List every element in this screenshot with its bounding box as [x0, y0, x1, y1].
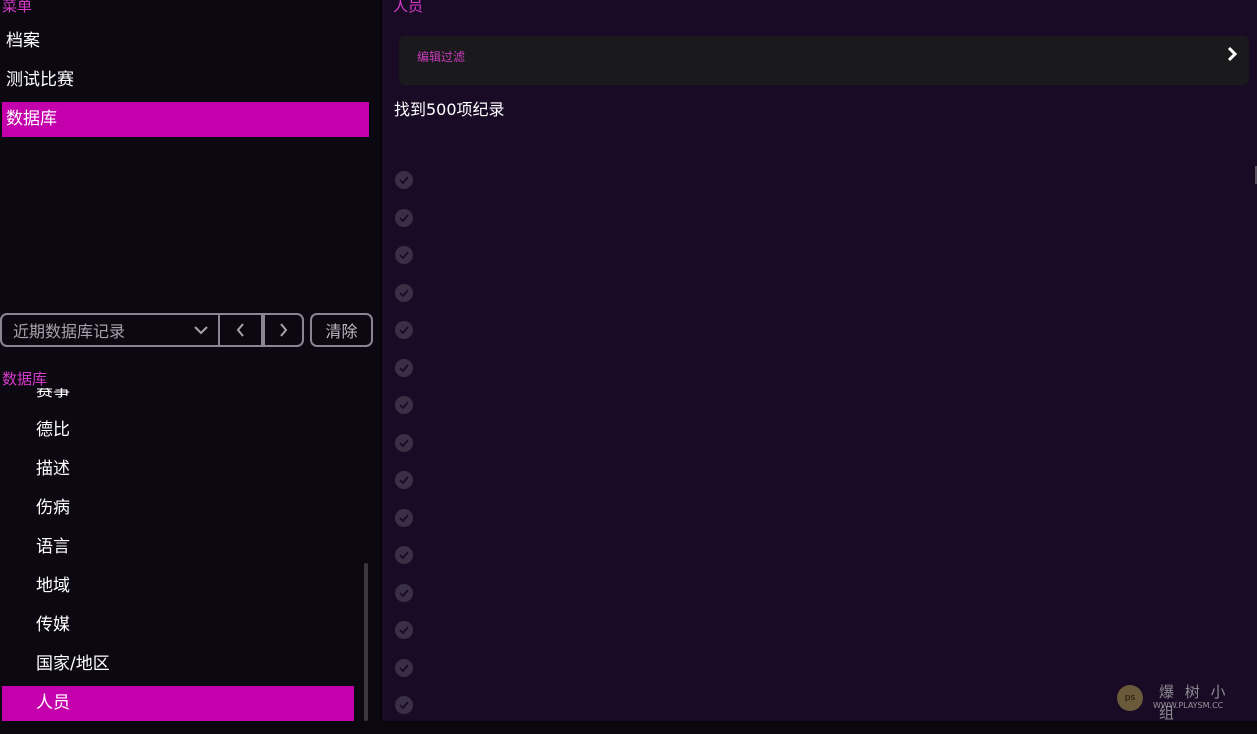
- chevron-left-icon: [236, 323, 244, 337]
- database-list: 赛事 德比 描述 伤病 语言 地域 传媒 国家/地区 人员: [0, 388, 360, 721]
- history-forward-button[interactable]: [263, 313, 304, 347]
- db-item-regions[interactable]: 地域: [2, 569, 354, 604]
- db-item-derbies[interactable]: 德比: [2, 413, 354, 448]
- menu-section-title: 菜单: [2, 0, 33, 15]
- database-list-scrollbar[interactable]: [364, 563, 368, 721]
- check-circle-icon[interactable]: [395, 658, 413, 677]
- sidebar: 菜单 档案 测试比赛 数据库 近期数据库记录 清除 数据库 赛事 德比 描述 伤…: [0, 0, 380, 721]
- menu-list: 档案 测试比赛 数据库: [2, 24, 369, 141]
- history-back-button[interactable]: [220, 313, 263, 347]
- page-title: 人员: [393, 0, 424, 15]
- result-count: 找到500项纪录: [394, 100, 505, 119]
- check-circle-icon[interactable]: [395, 283, 413, 302]
- recent-history-value: 近期数据库记录: [13, 322, 126, 341]
- chevron-right-icon: [280, 323, 288, 337]
- watermark-url: WWW.PLAYSM.CC: [1153, 701, 1224, 710]
- db-item-competitions[interactable]: 赛事: [2, 388, 354, 409]
- check-circle-icon[interactable]: [395, 433, 413, 452]
- clear-history-button[interactable]: 清除: [310, 313, 373, 347]
- check-circle-icon[interactable]: [395, 321, 413, 339]
- check-circle-icon[interactable]: [395, 546, 413, 564]
- chevron-down-icon: [194, 325, 208, 334]
- db-item-injuries[interactable]: 伤病: [2, 491, 354, 526]
- check-circle-icon[interactable]: [395, 508, 413, 527]
- check-circle-icon[interactable]: [395, 396, 413, 414]
- recent-history-select[interactable]: 近期数据库记录: [0, 313, 220, 347]
- check-circle-icon[interactable]: [395, 208, 413, 227]
- check-circle-icon[interactable]: [395, 358, 413, 377]
- db-item-people[interactable]: 人员: [2, 686, 354, 721]
- database-section-title: 数据库: [2, 370, 48, 388]
- edit-filter-bar[interactable]: 编辑过滤: [399, 36, 1249, 85]
- menu-item-profile[interactable]: 档案: [2, 24, 369, 59]
- edit-filter-label: 编辑过滤: [417, 50, 466, 64]
- check-circle-icon[interactable]: [395, 171, 413, 189]
- watermark-logo: ps: [1117, 685, 1143, 711]
- watermark: ps 爆 树 小 组 WWW.PLAYSM.CC: [1117, 681, 1247, 722]
- db-item-languages[interactable]: 语言: [2, 530, 354, 565]
- db-item-descriptions[interactable]: 描述: [2, 452, 354, 487]
- main-panel: 人员 编辑过滤 找到500项纪录 ps 爆 树 小 组 WWW.PLAYSM.C…: [382, 0, 1257, 722]
- db-item-media[interactable]: 传媒: [2, 608, 354, 643]
- check-circle-icon[interactable]: [395, 621, 413, 639]
- check-circle-icon[interactable]: [395, 471, 413, 489]
- chevron-right-icon[interactable]: [1227, 46, 1238, 67]
- menu-item-database[interactable]: 数据库: [2, 102, 369, 137]
- check-circle-icon[interactable]: [395, 696, 413, 714]
- menu-item-friendly-match[interactable]: 测试比赛: [2, 63, 369, 98]
- check-circle-icon[interactable]: [395, 246, 413, 264]
- check-circle-icon[interactable]: [395, 583, 413, 602]
- db-item-nations[interactable]: 国家/地区: [2, 647, 354, 682]
